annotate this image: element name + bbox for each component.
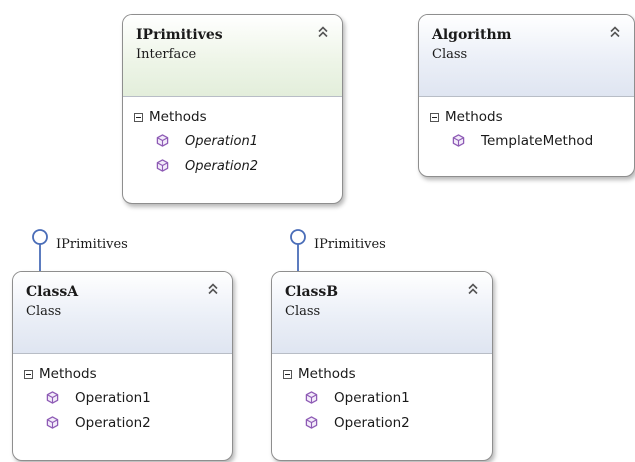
iprimitives-name: IPrimitives	[136, 27, 223, 43]
double-chevron-up-icon[interactable]	[317, 25, 329, 39]
method-label: Operation2	[185, 159, 258, 174]
classb-methods-group[interactable]: Methods	[272, 362, 492, 386]
double-chevron-up-icon[interactable]	[207, 282, 219, 296]
method-cube-icon	[46, 391, 59, 404]
iprimitives-methods-group[interactable]: Methods	[123, 105, 342, 129]
algorithm-method-templatemethod[interactable]: TemplateMethod	[419, 129, 634, 154]
classb-method-operation1[interactable]: Operation1	[272, 386, 492, 411]
classa-name: ClassA	[26, 284, 79, 300]
classa-method-operation1[interactable]: Operation1	[13, 386, 232, 411]
classa-method-operation2[interactable]: Operation2	[13, 411, 232, 436]
algorithm-kind: Class	[432, 47, 468, 62]
classb-implements-label: IPrimitives	[314, 237, 386, 252]
classa-implements-label: IPrimitives	[56, 237, 128, 252]
group-label: Methods	[39, 366, 97, 382]
classb-kind: Class	[285, 304, 321, 319]
classb-name: ClassB	[285, 284, 339, 300]
method-cube-icon	[156, 159, 169, 172]
method-cube-icon	[46, 416, 59, 429]
method-cube-icon	[156, 134, 169, 147]
classa-methods-group[interactable]: Methods	[13, 362, 232, 386]
minus-square-icon[interactable]	[134, 113, 143, 122]
group-label: Methods	[445, 109, 503, 125]
algorithm-header[interactable]: Algorithm Class	[419, 15, 634, 97]
classa-class-box[interactable]: ClassA Class Methods Operation1 Operatio…	[12, 271, 233, 461]
method-label: Operation1	[334, 390, 410, 406]
double-chevron-up-icon[interactable]	[609, 25, 621, 39]
group-label: Methods	[149, 109, 207, 125]
minus-square-icon[interactable]	[24, 370, 33, 379]
algorithm-name: Algorithm	[432, 27, 512, 43]
classa-header[interactable]: ClassA Class	[13, 272, 232, 354]
method-label: Operation2	[334, 415, 410, 431]
iprimitives-header[interactable]: IPrimitives Interface	[123, 15, 342, 97]
method-label: TemplateMethod	[481, 133, 594, 149]
method-label: Operation1	[185, 134, 258, 149]
algorithm-class-box[interactable]: Algorithm Class Methods TemplateMethod	[418, 14, 635, 177]
minus-square-icon[interactable]	[430, 113, 439, 122]
interface-lollipop-icon	[32, 229, 48, 274]
iprimitives-kind: Interface	[136, 47, 197, 62]
algorithm-methods-group[interactable]: Methods	[419, 105, 634, 129]
double-chevron-up-icon[interactable]	[467, 282, 479, 296]
classa-kind: Class	[26, 304, 62, 319]
classb-header[interactable]: ClassB Class	[272, 272, 492, 354]
method-label: Operation2	[75, 415, 151, 431]
method-label: Operation1	[75, 390, 151, 406]
classb-class-box[interactable]: ClassB Class Methods Operation1 Operatio…	[271, 271, 493, 461]
classb-method-operation2[interactable]: Operation2	[272, 411, 492, 436]
iprimitives-method-operation1[interactable]: Operation1	[123, 129, 342, 154]
method-cube-icon	[305, 416, 318, 429]
iprimitives-interface-box[interactable]: IPrimitives Interface Methods Operation1…	[122, 14, 343, 204]
iprimitives-method-operation2[interactable]: Operation2	[123, 154, 342, 179]
method-cube-icon	[452, 134, 465, 147]
method-cube-icon	[305, 391, 318, 404]
interface-lollipop-icon	[290, 229, 306, 274]
minus-square-icon[interactable]	[283, 370, 292, 379]
group-label: Methods	[298, 366, 356, 382]
